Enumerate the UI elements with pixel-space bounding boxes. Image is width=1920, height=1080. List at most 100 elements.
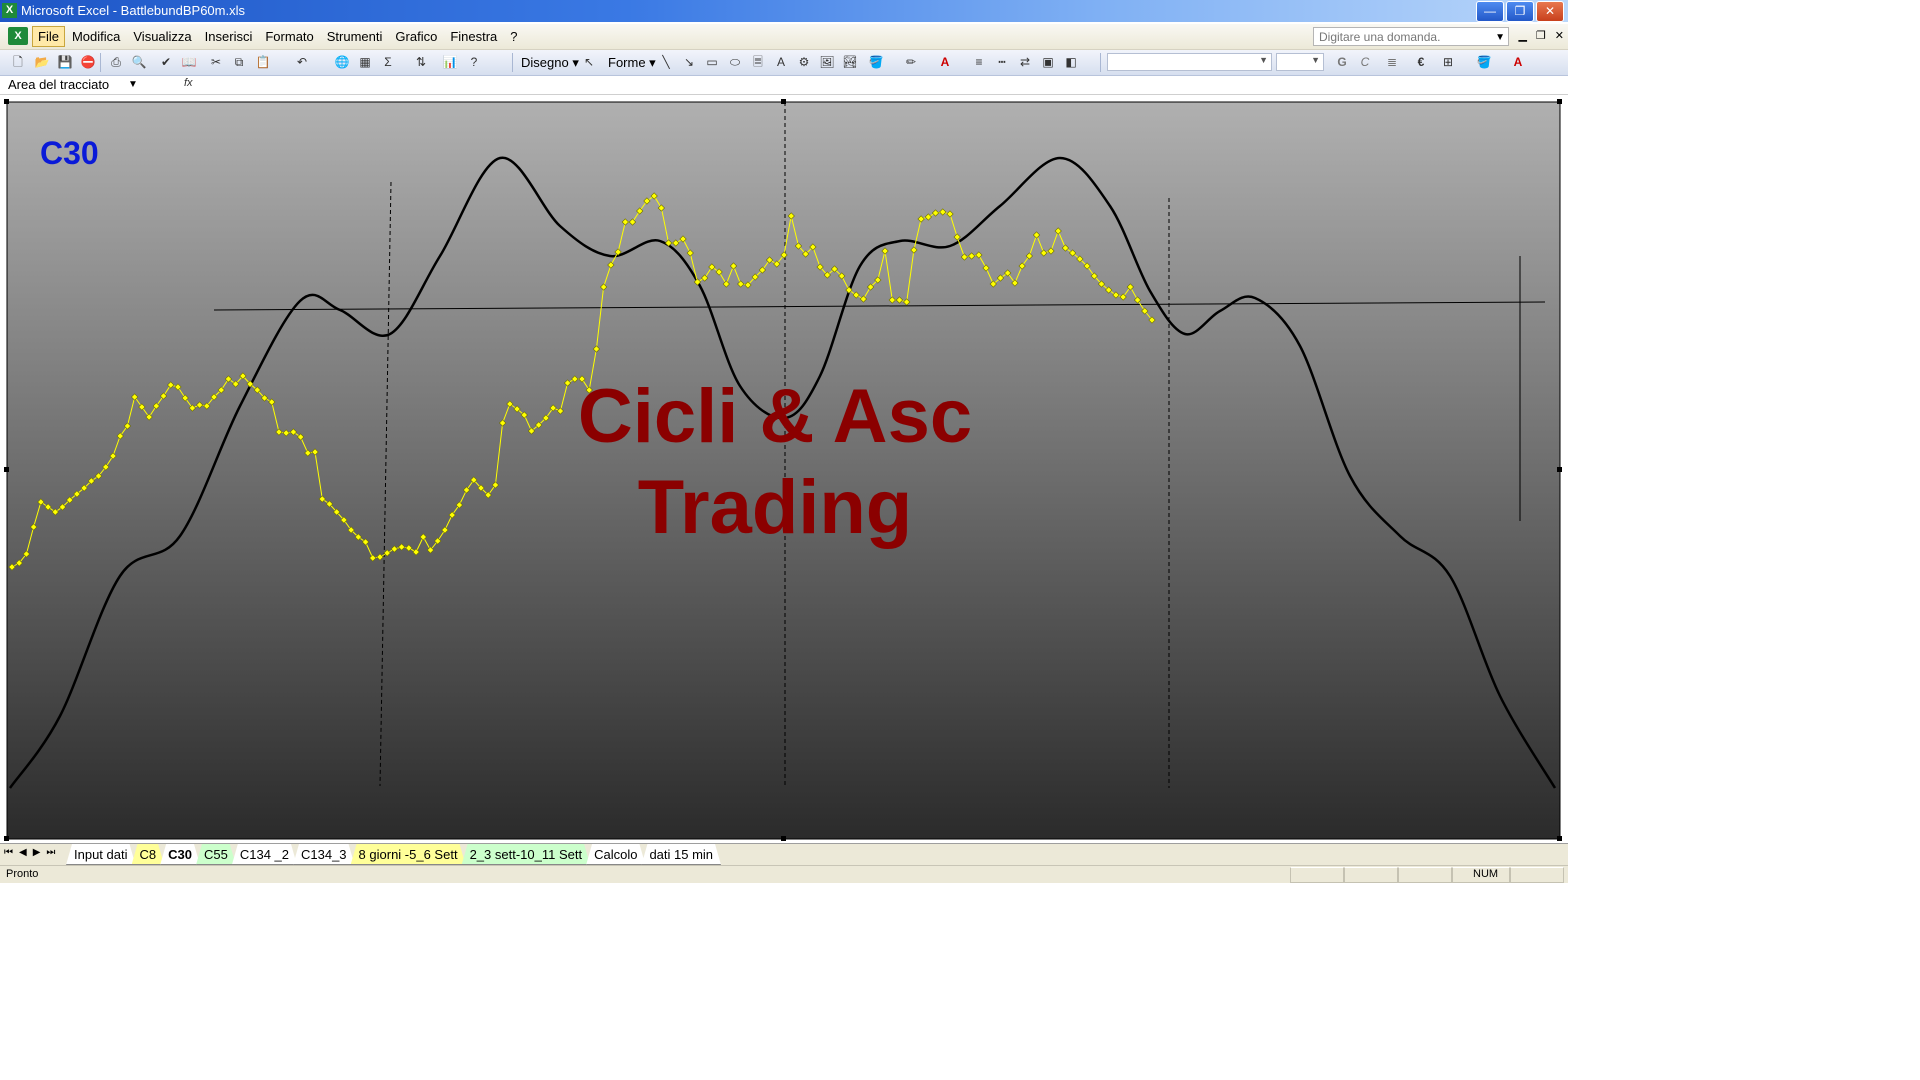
shadow-icon[interactable]: ▣ xyxy=(1040,54,1056,70)
chevron-down-icon[interactable]: ▼ xyxy=(128,76,138,93)
chart-wizard-icon[interactable]: ▦ xyxy=(357,54,373,70)
autosum-icon[interactable]: Σ xyxy=(380,54,396,70)
status-cell xyxy=(1398,867,1452,883)
close-button[interactable]: ✕ xyxy=(1536,1,1564,22)
sheet-tab[interactable]: C8 xyxy=(132,844,165,865)
borders-icon[interactable]: ⊞ xyxy=(1440,54,1456,70)
print-preview-icon[interactable]: 🔍 xyxy=(131,54,147,70)
font-name-select[interactable]: ▼ xyxy=(1107,53,1272,71)
workbook-close-button[interactable]: ✕ xyxy=(1555,29,1564,42)
menu-formato[interactable]: Formato xyxy=(259,26,319,47)
sheet-tab[interactable]: C134_3 xyxy=(293,844,355,865)
resize-handle[interactable] xyxy=(1557,836,1562,841)
paste-icon[interactable]: 📋 xyxy=(255,54,271,70)
highlight-icon[interactable]: 🪣 xyxy=(1476,54,1492,70)
first-sheet-icon[interactable]: ⏮ xyxy=(4,847,13,858)
arrow-icon[interactable]: ↘ xyxy=(681,54,697,70)
sheet-tab[interactable]: C134 _2 xyxy=(232,844,297,865)
prev-sheet-icon[interactable]: ◀ xyxy=(19,847,27,858)
resize-handle[interactable] xyxy=(4,99,9,104)
permission-icon[interactable]: ⛔ xyxy=(80,54,96,70)
menu-strumenti[interactable]: Strumenti xyxy=(321,26,389,47)
chart-sheet[interactable]: C30 Cicli & Asc Trading xyxy=(0,96,1568,842)
oval-icon[interactable]: ⬭ xyxy=(727,54,743,70)
bold-button[interactable]: G xyxy=(1334,54,1350,70)
3d-style-icon[interactable]: ◧ xyxy=(1063,54,1079,70)
arrow-style-icon[interactable]: ⇄ xyxy=(1017,54,1033,70)
rectangle-icon[interactable]: ▭ xyxy=(704,54,720,70)
line-style-icon[interactable]: ≡ xyxy=(971,54,987,70)
resize-handle[interactable] xyxy=(4,467,9,472)
dash-style-icon[interactable]: ┅ xyxy=(994,54,1010,70)
wordart-icon[interactable]: A xyxy=(773,54,789,70)
align-center-icon[interactable]: ≣ xyxy=(1384,54,1400,70)
font-color-icon[interactable]: A xyxy=(1510,54,1526,70)
autoshapes-button[interactable]: Forme ▾ xyxy=(608,55,656,71)
sheet-tab[interactable]: 2_3 sett-10_11 Sett xyxy=(462,844,591,865)
euro-button[interactable]: € xyxy=(1413,54,1429,70)
open-folder-icon[interactable]: 📂 xyxy=(34,54,50,70)
sheet-tab[interactable]: 8 giorni -5_6 Sett xyxy=(351,844,466,865)
sheet-tab[interactable]: dati 15 min xyxy=(641,844,721,865)
name-box[interactable]: Area del tracciato ▼ xyxy=(2,76,148,93)
workbook-restore-button[interactable]: ❐ xyxy=(1536,29,1546,42)
font-color-icon[interactable]: A xyxy=(937,54,953,70)
minimize-button[interactable]: — xyxy=(1476,1,1504,22)
save-icon[interactable]: 💾 xyxy=(57,54,73,70)
sheet-tab[interactable]: Input dati xyxy=(66,844,136,865)
draw-menu-button[interactable]: Disegno ▾ xyxy=(521,55,579,71)
chart-area[interactable]: C30 Cicli & Asc Trading xyxy=(0,96,1568,842)
resize-handle[interactable] xyxy=(1557,99,1562,104)
menu-help[interactable]: ? xyxy=(504,26,523,47)
resize-handle[interactable] xyxy=(781,836,786,841)
menu-modifica[interactable]: Modifica xyxy=(66,26,126,47)
menu-visualizza[interactable]: Visualizza xyxy=(127,26,197,47)
title-bar: X Microsoft Excel - BattlebundBP60m.xls … xyxy=(0,0,1568,22)
menu-items: File Modifica Visualizza Inserisci Forma… xyxy=(32,26,525,47)
diagram-icon[interactable]: ⚙ xyxy=(796,54,812,70)
chevron-down-icon[interactable]: ▼ xyxy=(1495,28,1505,47)
select-objects-icon[interactable]: ↖ xyxy=(581,54,597,70)
copy-icon[interactable]: ⧉ xyxy=(231,54,247,70)
help-icon[interactable]: ? xyxy=(466,54,482,70)
new-file-icon[interactable]: 🗋 xyxy=(10,54,26,70)
resize-handle[interactable] xyxy=(1557,467,1562,472)
chart-icon[interactable]: 📊 xyxy=(442,54,458,70)
spelling-icon[interactable]: ✔ xyxy=(158,54,174,70)
sheet-tab[interactable]: Calcolo xyxy=(586,844,645,865)
status-bar: Pronto NUM xyxy=(0,865,1568,883)
excel-app-icon[interactable]: X xyxy=(2,3,17,18)
window-controls: — ❐ ✕ xyxy=(1476,1,1564,22)
hyperlink-icon[interactable]: 🌐 xyxy=(334,54,350,70)
workbook-minimize-button[interactable]: ▁ xyxy=(1518,29,1526,42)
font-size-select[interactable]: ▼ xyxy=(1276,53,1324,71)
picture-icon[interactable]: 🏞 xyxy=(842,54,858,70)
menu-file[interactable]: File xyxy=(32,26,65,47)
menu-inserisci[interactable]: Inserisci xyxy=(199,26,259,47)
resize-handle[interactable] xyxy=(4,836,9,841)
cut-icon[interactable]: ✂ xyxy=(208,54,224,70)
chevron-down-icon: ▼ xyxy=(1311,55,1320,65)
sort-icon[interactable]: ⇅ xyxy=(413,54,429,70)
menu-finestra[interactable]: Finestra xyxy=(444,26,503,47)
fill-color-icon[interactable]: 🪣 xyxy=(868,54,884,70)
clipart-icon[interactable]: 🖼 xyxy=(819,54,835,70)
line-color-icon[interactable]: ✏ xyxy=(903,54,919,70)
sheet-tab[interactable]: C30 xyxy=(160,844,200,865)
menu-grafico[interactable]: Grafico xyxy=(389,26,443,47)
resize-handle[interactable] xyxy=(781,99,786,104)
next-sheet-icon[interactable]: ▶ xyxy=(33,847,41,858)
undo-icon[interactable]: ↶ xyxy=(294,54,310,70)
italic-button[interactable]: C xyxy=(1357,54,1373,70)
last-sheet-icon[interactable]: ⏭ xyxy=(46,847,55,858)
restore-button[interactable]: ❐ xyxy=(1506,1,1534,22)
workbook-icon[interactable]: X xyxy=(8,27,28,45)
print-icon[interactable]: ⎙ xyxy=(108,54,124,70)
sheet-tab[interactable]: C55 xyxy=(196,844,236,865)
line-icon[interactable]: ╲ xyxy=(658,54,674,70)
formula-bar: Area del tracciato ▼ fx xyxy=(0,76,1568,95)
function-icon[interactable]: fx xyxy=(184,77,193,89)
research-icon[interactable]: 📖 xyxy=(181,54,197,70)
ask-question-input[interactable]: Digitare una domanda. ▼ xyxy=(1313,27,1509,46)
textbox-icon[interactable]: 🗏 xyxy=(750,54,766,70)
